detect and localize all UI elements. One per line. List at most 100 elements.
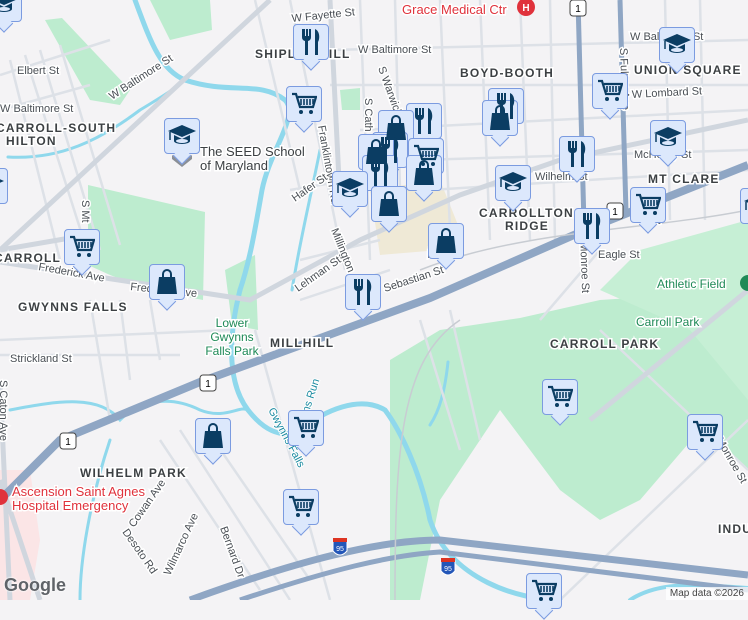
label-gwynns-falls: GWYNNS FALLS: [18, 300, 128, 314]
map-marker-edu[interactable]: [0, 0, 22, 22]
map-marker-cart[interactable]: [288, 410, 324, 446]
grocery-cart-icon: [70, 235, 95, 257]
svg-text:1: 1: [612, 207, 618, 218]
label-boyd-booth: BOYD-BOOTH: [460, 66, 554, 80]
street-s-mt: S Mt: [79, 200, 91, 223]
label-carroll-park: CARROLL PARK: [550, 337, 659, 351]
svg-text:95: 95: [444, 566, 452, 573]
restaurant-fork-knife-icon: [370, 160, 389, 186]
poi-athletic-field[interactable]: Athletic Field: [656, 276, 728, 293]
street-sebastian: Sebastian St: [382, 264, 445, 295]
map-marker-fork[interactable]: [574, 208, 610, 244]
grocery-cart-icon: [289, 495, 314, 517]
label-carroll-south-hilton: CARROLL-SOUTH: [0, 121, 116, 135]
map-marker-bag[interactable]: [428, 223, 464, 259]
map-marker-cart[interactable]: [286, 86, 322, 122]
restaurant-fork-knife-icon: [414, 108, 433, 134]
street-elbert: Elbert St: [17, 65, 59, 77]
school-graduation-cap-icon: [336, 178, 364, 197]
map-attribution[interactable]: Map data ©2026: [665, 587, 748, 600]
map-marker-bag[interactable]: [195, 418, 231, 454]
map-marker-cart[interactable]: [630, 187, 666, 223]
shopping-bag-icon: [379, 191, 399, 216]
poi-ascension-hospital-2: Hospital Emergency: [12, 498, 129, 513]
street-desoto: Desoto Rd: [120, 527, 160, 576]
park-lower-1: Lower: [216, 316, 249, 330]
map-marker-edu[interactable]: [332, 171, 368, 207]
street-w-lombard: W Lombard St: [632, 85, 703, 101]
us1-shield: 1: [569, 0, 587, 17]
map-marker-cart[interactable]: [542, 379, 578, 415]
shopping-bag-icon: [490, 105, 510, 130]
svg-text:1: 1: [575, 4, 581, 15]
school-graduation-cap-icon: [663, 34, 691, 53]
map-marker-edu[interactable]: [650, 120, 686, 156]
map-marker-cart[interactable]: [526, 573, 562, 609]
poi-seed-school-2: of Maryland: [200, 158, 268, 173]
map-marker-bag[interactable]: [149, 264, 185, 300]
map-marker-edu[interactable]: [740, 188, 748, 224]
park-lower-2: Gwynns: [210, 330, 253, 344]
grocery-cart-icon: [548, 385, 573, 407]
restaurant-fork-knife-icon: [353, 279, 372, 305]
street-strickland: Strickland St: [10, 353, 72, 365]
map-marker-cart[interactable]: [592, 73, 628, 109]
label-union-square: UNION SQUARE: [634, 63, 742, 77]
map-marker-edu[interactable]: [0, 168, 8, 204]
school-graduation-cap-icon: [744, 199, 748, 210]
poi-grace-medical[interactable]: Grace Medical Ctr: [401, 1, 509, 19]
restaurant-fork-knife-icon: [582, 213, 601, 239]
map-marker-cart[interactable]: [283, 489, 319, 525]
map-marker-cart[interactable]: [64, 229, 100, 265]
school-graduation-cap-icon: [168, 125, 196, 144]
label-wilhelm-park: WILHELM PARK: [80, 466, 187, 480]
shopping-bag-icon: [157, 269, 177, 294]
park-carroll-park: Carroll Park: [636, 315, 700, 329]
grocery-cart-icon: [532, 579, 557, 601]
us1-shield: 1: [199, 374, 217, 392]
label-carrollton-ridge: CARROLLTON: [479, 206, 574, 220]
map-marker-bag[interactable]: [371, 186, 407, 222]
label-indu: INDU: [718, 522, 748, 536]
grocery-cart-icon: [693, 420, 718, 442]
street-w-fayette: W Fayette St: [291, 6, 355, 25]
svg-text:95: 95: [336, 546, 344, 553]
shopping-bag-icon: [436, 228, 456, 253]
street-w-baltimore-top: W Baltimore St: [358, 44, 431, 56]
label-mt-clare: MT CLARE: [648, 172, 720, 186]
grocery-cart-icon: [292, 92, 317, 114]
map-marker-fork[interactable]: [293, 24, 329, 60]
park-lower-3: Falls Park: [205, 344, 259, 358]
map-marker-fork[interactable]: [559, 136, 595, 172]
poi-ascension-hospital[interactable]: Ascension Saint Agnes: [11, 483, 147, 501]
street-eagle: Eagle St: [598, 249, 640, 261]
street-w-baltimore-left: W Baltimore St: [0, 103, 73, 115]
shopping-bag-icon: [414, 160, 434, 185]
svg-text:H: H: [522, 3, 529, 14]
restaurant-fork-knife-icon: [301, 29, 320, 55]
school-graduation-cap-icon: [0, 0, 16, 12]
map-marker-edu[interactable]: [164, 118, 200, 154]
map-marker-cart[interactable]: [687, 414, 723, 450]
street-s-caton: S Caton Ave: [0, 380, 9, 441]
i95-shield: 95: [332, 538, 348, 556]
restaurant-fork-knife-icon: [567, 141, 586, 167]
map-marker-fork[interactable]: [345, 274, 381, 310]
label-carrollton-ridge-2: RIDGE: [505, 219, 549, 233]
google-logo: Google: [4, 575, 66, 595]
svg-text:1: 1: [65, 437, 71, 448]
us1-shield: 1: [59, 432, 77, 450]
svg-text:1: 1: [205, 379, 211, 390]
school-graduation-cap-icon: [499, 172, 527, 191]
map-marker-edu[interactable]: [495, 165, 531, 201]
label-carroll-south-hilton-2: HILTON: [6, 134, 57, 148]
street-wilmarco: Wilmarco Ave: [162, 511, 201, 577]
map-marker-edu[interactable]: [659, 27, 695, 63]
grocery-cart-icon: [636, 193, 661, 215]
school-graduation-cap-icon: [654, 127, 682, 146]
poi-seed-school[interactable]: The SEED School: [199, 143, 307, 161]
school-graduation-cap-icon: [0, 179, 4, 183]
street-bernard: Bernard Dr: [217, 525, 247, 580]
i95-shield: 95: [440, 558, 456, 576]
street-s-catherine: S Cath: [362, 98, 374, 132]
